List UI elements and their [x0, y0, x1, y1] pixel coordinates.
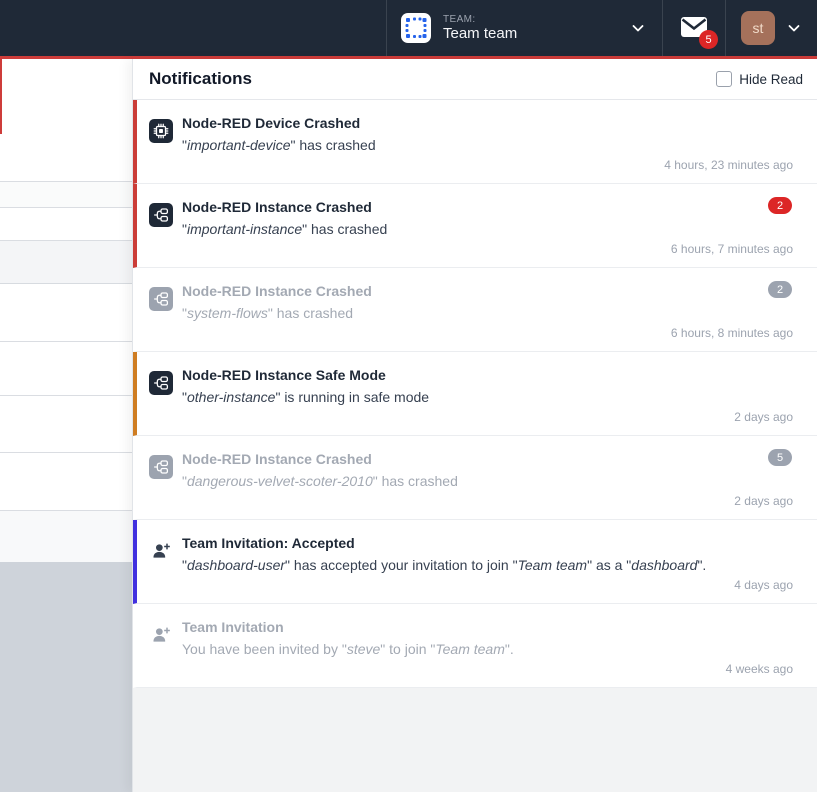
chevron-down-icon [630, 20, 646, 36]
notification-icon-group [149, 623, 173, 647]
notification-message: "dashboard-user" has accepted your invit… [182, 555, 793, 576]
background-row [0, 452, 132, 453]
notification-icon-group [149, 371, 173, 395]
notification-timestamp: 4 days ago [734, 578, 793, 592]
background-footer-block [0, 562, 132, 792]
notification-item[interactable]: Node-RED Instance Crashed "dangerous-vel… [133, 436, 817, 520]
notification-content: Node-RED Instance Safe Mode "other-insta… [182, 365, 793, 408]
background-row [0, 240, 132, 284]
notification-timestamp: 2 days ago [734, 410, 793, 424]
team-name: Team team [443, 25, 517, 42]
notification-message: "other-instance" is running in safe mode [182, 387, 793, 408]
notification-title: Node-RED Instance Crashed [182, 449, 793, 470]
background-row [0, 510, 132, 562]
notification-count-badge: 2 [768, 197, 792, 214]
instance-projects-icon [149, 287, 173, 311]
user-avatar: st [741, 11, 775, 45]
navbar-spacer [0, 0, 386, 56]
notifications-panel: Notifications Hide Read [132, 59, 817, 792]
notifications-toggle-section: 5 [662, 0, 725, 56]
notification-timestamp: 4 hours, 23 minutes ago [664, 158, 793, 172]
panel-footer [133, 687, 817, 792]
notification-item[interactable]: Node-RED Device Crashed "important-devic… [133, 100, 817, 184]
hide-read-control[interactable]: Hide Read [716, 71, 803, 87]
notification-content: Team Invitation You have been invited by… [182, 617, 793, 660]
background-row [0, 395, 132, 396]
notifications-button[interactable]: 5 [679, 15, 709, 41]
app-screen: TEAM: Team team 5 st [0, 0, 817, 792]
notification-message: You have been invited by "steve" to join… [182, 639, 793, 660]
notification-title: Team Invitation [182, 617, 793, 638]
background-row [0, 207, 132, 240]
notification-list: Node-RED Device Crashed "important-devic… [133, 100, 817, 688]
team-selector[interactable]: TEAM: Team team [386, 0, 662, 56]
notification-timestamp: 6 hours, 7 minutes ago [671, 242, 793, 256]
notification-content: Node-RED Instance Crashed "system-flows"… [182, 281, 793, 324]
notification-title: Node-RED Instance Safe Mode [182, 365, 793, 386]
device-chip-icon [149, 119, 173, 143]
background-row [0, 341, 132, 342]
background-accent-stub [0, 59, 2, 134]
notification-item[interactable]: Node-RED Instance Safe Mode "other-insta… [133, 352, 817, 436]
notification-timestamp: 4 weeks ago [726, 662, 793, 676]
team-text: TEAM: Team team [443, 14, 517, 43]
notification-icon-group [149, 455, 173, 479]
team-label: TEAM: [443, 14, 517, 26]
hide-read-checkbox[interactable] [716, 71, 732, 87]
notification-count-badge: 2 [768, 281, 792, 298]
notification-content: Team Invitation: Accepted "dashboard-use… [182, 533, 793, 576]
hide-read-label: Hide Read [739, 72, 803, 87]
notification-title: Node-RED Instance Crashed [182, 197, 793, 218]
notification-message: "important-device" has crashed [182, 135, 793, 156]
unread-count-badge: 5 [699, 30, 718, 49]
notification-title: Node-RED Device Crashed [182, 113, 793, 134]
user-add-icon [149, 539, 173, 563]
notification-item[interactable]: Node-RED Instance Crashed "system-flows"… [133, 268, 817, 352]
notification-content: Node-RED Instance Crashed "important-ins… [182, 197, 793, 240]
notification-title: Team Invitation: Accepted [182, 533, 793, 554]
top-navbar: TEAM: Team team 5 st [0, 0, 817, 56]
notifications-panel-header: Notifications Hide Read [133, 59, 817, 100]
team-avatar-icon [401, 13, 431, 43]
instance-projects-icon [149, 455, 173, 479]
user-menu[interactable]: st [725, 0, 817, 56]
notification-timestamp: 6 hours, 8 minutes ago [671, 326, 793, 340]
notification-icon-group [149, 203, 173, 227]
notification-item[interactable]: Team Invitation: Accepted "dashboard-use… [133, 520, 817, 604]
notification-item[interactable]: Node-RED Instance Crashed "important-ins… [133, 184, 817, 268]
panel-title: Notifications [149, 69, 252, 89]
notification-timestamp: 2 days ago [734, 494, 793, 508]
notification-title: Node-RED Instance Crashed [182, 281, 793, 302]
notification-count-badge: 5 [768, 449, 792, 466]
notification-icon-group [149, 119, 173, 143]
notification-message: "important-instance" has crashed [182, 219, 793, 240]
notification-content: Node-RED Device Crashed "important-devic… [182, 113, 793, 156]
background-row [0, 181, 132, 207]
notification-content: Node-RED Instance Crashed "dangerous-vel… [182, 449, 793, 492]
user-add-icon [149, 623, 173, 647]
content-area: Notifications Hide Read [0, 59, 817, 792]
background-page [0, 59, 132, 792]
chevron-down-icon [786, 20, 802, 36]
instance-projects-icon [149, 203, 173, 227]
notification-item[interactable]: Team Invitation You have been invited by… [133, 604, 817, 688]
instance-projects-icon [149, 371, 173, 395]
notification-icon-group [149, 539, 173, 563]
notification-message: "dangerous-velvet-scoter-2010" has crash… [182, 471, 793, 492]
notification-message: "system-flows" has crashed [182, 303, 793, 324]
notification-icon-group [149, 287, 173, 311]
